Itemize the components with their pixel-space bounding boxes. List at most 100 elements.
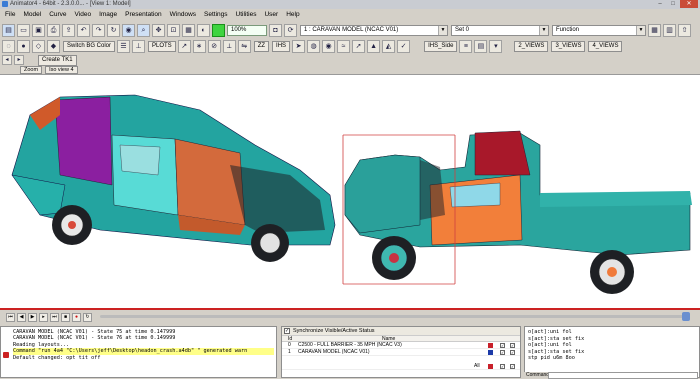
grid-settings-icon[interactable]: ▦: [648, 24, 661, 37]
select-icon[interactable]: ◉: [122, 24, 135, 37]
play-icon[interactable]: ▶: [28, 312, 37, 322]
undo-icon[interactable]: ↶: [77, 24, 90, 37]
model-row[interactable]: 1 CARAVAN MODEL (NCAC V01) ✓ ✓: [282, 349, 520, 356]
iso-view-button[interactable]: Iso view 4: [45, 66, 78, 74]
contour-icon[interactable]: ◉: [322, 40, 336, 53]
energy-icon[interactable]: ◭: [382, 40, 396, 53]
first-frame-icon[interactable]: ⏮: [6, 312, 15, 322]
stress-icon[interactable]: ▲: [367, 40, 381, 53]
grid-icon[interactable]: ▦: [182, 24, 195, 37]
step-forward-icon[interactable]: ▸: [39, 312, 48, 322]
shaded-icon[interactable]: ◆: [47, 40, 60, 53]
active-checkbox[interactable]: ✓: [510, 350, 515, 355]
measure-icon[interactable]: ⟂: [222, 40, 236, 53]
menu-settings[interactable]: Settings: [201, 10, 233, 20]
three-views-button[interactable]: 3_VIEWS: [551, 41, 586, 52]
mirror-icon[interactable]: ⇋: [237, 40, 251, 53]
marker-icon[interactable]: ▾: [489, 40, 503, 53]
model-select[interactable]: 1 : CARAVAN MODEL (NCAC V01) ▼: [300, 25, 448, 36]
fit-icon[interactable]: ⊡: [167, 24, 180, 37]
left-arrow-icon[interactable]: ◂: [2, 55, 12, 65]
set-select[interactable]: Set 0 ▼: [451, 25, 549, 36]
deform-icon[interactable]: ≈: [337, 40, 351, 53]
menu-user[interactable]: User: [261, 10, 283, 20]
visible-checkbox[interactable]: ✓: [500, 350, 505, 355]
vector-icon[interactable]: ➚: [352, 40, 366, 53]
new-icon[interactable]: ▤: [2, 24, 15, 37]
step-back-icon[interactable]: ◀: [17, 312, 26, 322]
list-icon[interactable]: ≡: [459, 40, 473, 53]
axes-icon[interactable]: ⊥: [132, 40, 146, 53]
two-views-button[interactable]: 2_VIEWS: [514, 41, 549, 52]
menu-presentation[interactable]: Presentation: [122, 10, 167, 20]
all-color-swatch[interactable]: [488, 364, 493, 369]
last-frame-icon[interactable]: ⏭: [50, 312, 59, 322]
function-select[interactable]: Function ▼: [552, 25, 646, 36]
message-console[interactable]: CARAVAN MODEL (NCAC V01) - State 75 at t…: [0, 326, 277, 378]
record-icon[interactable]: ●: [72, 312, 81, 322]
menu-utilities[interactable]: Utilities: [233, 10, 262, 20]
four-views-button[interactable]: 4_VIEWS: [588, 41, 623, 52]
right-arrow-icon[interactable]: ▸: [14, 55, 24, 65]
ihs-button[interactable]: IHS: [272, 41, 291, 52]
cursor-icon[interactable]: ➤: [292, 40, 306, 53]
model-color-swatch[interactable]: [488, 350, 493, 355]
loop-icon[interactable]: ↻: [83, 312, 92, 322]
save-icon[interactable]: ▣: [32, 24, 45, 37]
camera-icon[interactable]: ◘: [269, 24, 282, 37]
open-icon[interactable]: ▭: [17, 24, 30, 37]
rotate-icon[interactable]: ↻: [107, 24, 120, 37]
model-viewport[interactable]: [0, 74, 700, 310]
create-tk1-button[interactable]: Create TK1: [38, 54, 77, 66]
timeline-slider-thumb[interactable]: [682, 312, 690, 321]
sync-checkbox[interactable]: ✓: [284, 328, 290, 334]
print-icon[interactable]: ⎙: [47, 24, 60, 37]
node-icon[interactable]: ∗: [192, 40, 206, 53]
zoom-level-field[interactable]: 100%: [227, 25, 267, 36]
layers-icon[interactable]: ☰: [117, 40, 131, 53]
model-color-swatch[interactable]: [488, 343, 493, 348]
hide-icon[interactable]: ◌: [2, 40, 15, 53]
ihs-side-button[interactable]: IHS_Side: [424, 41, 458, 52]
command-input[interactable]: [548, 372, 698, 379]
menu-help[interactable]: Help: [283, 10, 304, 20]
pan-icon[interactable]: ✥: [152, 24, 165, 37]
stop-icon[interactable]: ■: [61, 312, 70, 322]
active-checkbox[interactable]: ✓: [510, 343, 515, 348]
wireframe-icon[interactable]: ◇: [32, 40, 45, 53]
menu-image[interactable]: Image: [96, 10, 122, 20]
zoom-button[interactable]: Zoom: [20, 66, 43, 74]
section-icon[interactable]: ⊘: [207, 40, 221, 53]
refresh-icon[interactable]: ⟳: [284, 24, 297, 37]
menu-model[interactable]: Model: [20, 10, 46, 20]
minimize-button[interactable]: –: [654, 0, 666, 8]
close-button[interactable]: ✕: [680, 0, 698, 8]
chart-icon[interactable]: ▥: [663, 24, 676, 37]
check-icon[interactable]: ✓: [397, 40, 411, 53]
chevron-down-icon: ▼: [539, 26, 548, 35]
palette-icon[interactable]: ◐: [197, 24, 210, 37]
menu-curve[interactable]: Curve: [46, 10, 71, 20]
export-icon[interactable]: ⇪: [62, 24, 75, 37]
menu-file[interactable]: File: [2, 10, 20, 20]
menu-windows[interactable]: Windows: [167, 10, 201, 20]
all-visible-checkbox[interactable]: ✓: [500, 364, 505, 369]
table-icon[interactable]: ▤: [474, 40, 488, 53]
model-row[interactable]: 0 C2500 - FULL BARRIER - 35 MPH (NCAC V3…: [282, 342, 520, 349]
maximize-button[interactable]: □: [667, 0, 679, 8]
redo-icon[interactable]: ↷: [92, 24, 105, 37]
command-history[interactable]: o[act]:uni fol s[act]:sta set fix o[act]…: [524, 326, 700, 378]
arrow-icon[interactable]: ↗: [177, 40, 191, 53]
zz-button[interactable]: ZZ: [253, 41, 270, 52]
export-image-icon[interactable]: ⇧: [678, 24, 691, 37]
show-icon[interactable]: ●: [17, 40, 30, 53]
all-active-checkbox[interactable]: ✓: [510, 364, 515, 369]
color-swatch-icon[interactable]: [212, 24, 225, 37]
timeline-slider-track[interactable]: [100, 315, 690, 318]
fringe-icon[interactable]: ◍: [307, 40, 321, 53]
visible-checkbox[interactable]: ✓: [500, 343, 505, 348]
menu-video[interactable]: Video: [72, 10, 97, 20]
zoom-icon[interactable]: ⌕: [137, 24, 150, 37]
switch-bg-color-button[interactable]: Switch BG Color: [63, 41, 116, 52]
plots-button[interactable]: PLOTS: [148, 41, 176, 52]
